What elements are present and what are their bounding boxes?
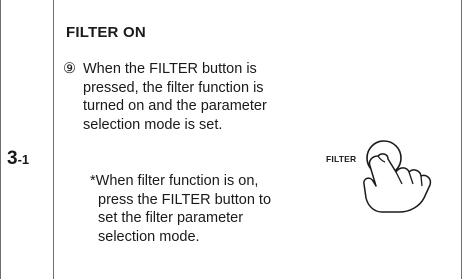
- note-text: press the FILTER button to set the filte…: [98, 191, 272, 245]
- step-tab: 3-1: [1, 0, 53, 279]
- step-sub-number: -1: [17, 152, 30, 167]
- note: *When filter function is on, press the F…: [90, 172, 330, 246]
- step-divider: [53, 0, 54, 279]
- instruction-item: ⑨ When the FILTER button is pressed, the…: [63, 60, 333, 134]
- item-marker: ⑨: [63, 61, 76, 77]
- note-first-line: *When filter function is on,: [90, 173, 259, 189]
- manual-page: 3-1 FILTER ON ⑨ When the FILTER button i…: [0, 0, 462, 279]
- step-number: 3-1: [7, 148, 29, 170]
- item-text: When the FILTER button is pressed, the f…: [83, 61, 267, 133]
- hand-pressing-button-icon: [363, 140, 432, 213]
- section-heading: FILTER ON: [66, 24, 146, 41]
- step-main-number: 3: [7, 148, 18, 169]
